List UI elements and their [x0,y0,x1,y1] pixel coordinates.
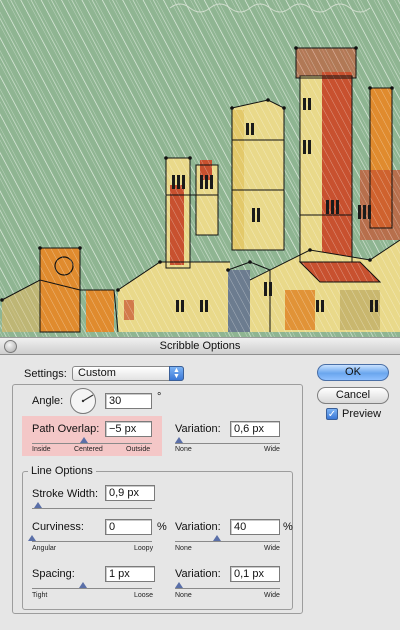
curviness-label: Curviness: [32,521,84,533]
spacing-slider-track[interactable] [32,588,152,589]
stroke-width-slider-track[interactable] [32,508,152,509]
cancel-button[interactable]: Cancel [317,387,389,404]
path-overlap-variation-min-label: None [175,446,192,453]
dialog-title: Scribble Options [159,340,241,352]
curviness-slider-thumb[interactable] [28,535,36,541]
path-overlap-min-label: Inside [32,446,51,453]
path-overlap-variation-label: Variation: [175,423,221,435]
spacing-field[interactable]: 1 px [105,566,155,582]
dialog-titlebar: Scribble Options [0,338,400,355]
spacing-variation-label: Variation: [175,568,221,580]
angle-unit: ° [157,391,162,403]
curviness-slider-track[interactable] [32,541,152,542]
curviness-field[interactable]: 0 [105,519,152,535]
window-control-icon[interactable] [4,340,17,353]
path-overlap-variation-slider-thumb[interactable] [175,437,183,443]
curviness-min-label: Angular [32,545,57,552]
settings-label: Settings: [24,368,67,380]
path-overlap-max-label: Outside [126,446,151,453]
path-overlap-variation-field[interactable]: 0,6 px [230,421,280,437]
curviness-max-label: Loopy [134,545,154,552]
spacing-variation-slider-track[interactable] [175,588,280,589]
curviness-variation-slider-thumb[interactable] [213,535,221,541]
path-overlap-label: Path Overlap: [32,423,100,435]
angle-dial-icon [70,388,96,414]
spacing-label: Spacing: [32,568,75,580]
curviness-variation-label: Variation: [175,521,221,533]
stroke-width-label: Stroke Width: [32,488,99,500]
spacing-variation-max-label: Wide [264,592,280,599]
popup-arrows-icon: ▲ ▼ [169,366,184,381]
stroke-width-slider-thumb[interactable] [34,502,42,508]
path-overlap-variation-max-label: Wide [264,446,280,453]
path-overlap-field[interactable]: −5 px [105,421,152,437]
settings-value: Custom [78,367,116,379]
ok-button[interactable]: OK [317,364,389,381]
settings-popup[interactable]: Custom ▲ ▼ [72,366,184,381]
spacing-slider-thumb[interactable] [79,582,87,588]
spacing-variation-min-label: None [175,592,192,599]
scribble-artwork [0,0,400,337]
curviness-variation-min-label: None [175,545,192,552]
angle-dial[interactable] [69,387,97,415]
spacing-min-label: Tight [32,592,48,599]
curviness-variation-field[interactable]: 40 [230,519,280,535]
curviness-unit: % [157,521,167,533]
path-overlap-slider-track[interactable] [32,443,152,444]
checkmark-icon: ✓ [327,409,337,420]
preview-checkbox[interactable]: ✓ [326,408,338,420]
preview-label: Preview [342,408,382,420]
scribble-options-dialog: Scribble Options Settings: Custom ▲ ▼ Ang… [0,337,400,630]
path-overlap-mid-label: Centered [74,446,103,453]
path-overlap-slider-thumb[interactable] [80,437,88,443]
spacing-variation-slider-thumb[interactable] [175,582,183,588]
line-options-title: Line Options [28,465,96,477]
spacing-variation-field[interactable]: 0,1 px [230,566,280,582]
angle-label: Angle: [32,395,64,407]
artwork-canvas [0,0,400,337]
curviness-variation-max-label: Wide [264,545,280,552]
angle-field[interactable]: 30 [105,393,152,409]
curviness-variation-unit: % [283,521,293,533]
spacing-max-label: Loose [134,592,154,599]
stroke-width-field[interactable]: 0,9 px [105,485,155,501]
path-overlap-variation-slider-track[interactable] [175,443,280,444]
curviness-variation-slider-track[interactable] [175,541,280,542]
